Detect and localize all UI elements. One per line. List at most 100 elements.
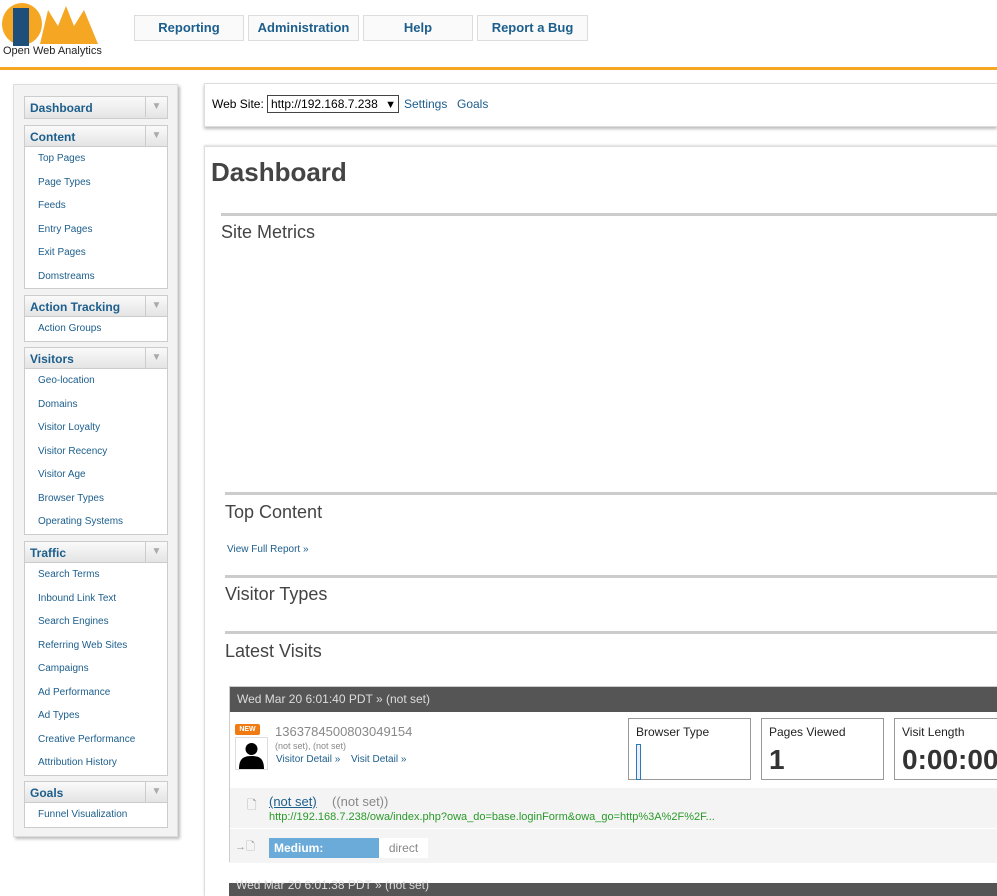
section-divider bbox=[225, 631, 997, 634]
sidebar-item-domstreams[interactable]: Domstreams bbox=[25, 265, 167, 289]
visit-entry-row: →🗋 Medium: direct bbox=[230, 829, 997, 863]
sidebar-heading-content[interactable]: Content ▼ bbox=[25, 126, 167, 147]
sidebar-item-entry-pages[interactable]: Entry Pages bbox=[25, 218, 167, 242]
owa-logo-icon bbox=[2, 3, 98, 46]
section-divider bbox=[225, 575, 997, 578]
sidebar-heading-action-tracking[interactable]: Action Tracking ▼ bbox=[25, 296, 167, 317]
owa-logo[interactable]: Open Web Analytics bbox=[0, 0, 110, 62]
section-divider bbox=[221, 213, 997, 216]
sidebar-heading-label: Visitors bbox=[30, 352, 74, 366]
section-title-latest-visits: Latest Visits bbox=[225, 641, 322, 661]
visit-page-row: 🗋 (not set) ((not set)) http://192.168.7… bbox=[230, 788, 997, 828]
chevron-down-icon[interactable]: ▼ bbox=[145, 126, 167, 146]
sidebar-item-funnel-visualization[interactable]: Funnel Visualization bbox=[25, 803, 167, 827]
metric-label: Visit Length bbox=[902, 725, 965, 739]
chevron-down-icon[interactable]: ▼ bbox=[145, 782, 167, 802]
entry-arrow-icon: →🗋 bbox=[235, 841, 255, 853]
metric-label: Browser Type bbox=[636, 725, 710, 739]
section-title-site-metrics: Site Metrics bbox=[221, 222, 316, 242]
sidebar-heading-traffic[interactable]: Traffic ▼ bbox=[25, 542, 167, 563]
sidebar-item-visitor-recency[interactable]: Visitor Recency bbox=[25, 440, 167, 464]
sidebar-item-visitor-loyalty[interactable]: Visitor Loyalty bbox=[25, 416, 167, 440]
page-title: Dashboard bbox=[211, 157, 347, 187]
sidebar-heading-label: Action Tracking bbox=[30, 300, 121, 314]
page-url-link[interactable]: http://192.168.7.238/owa/index.php?owa_d… bbox=[269, 811, 715, 823]
visit-panel-next: Wed Mar 20 6:01:38 PDT » (not set) bbox=[229, 878, 997, 896]
sidebar-heading-label: Dashboard bbox=[30, 101, 93, 115]
metric-label: Pages Viewed bbox=[769, 725, 846, 739]
browser-icon bbox=[636, 744, 641, 780]
sidebar-heading-label: Traffic bbox=[30, 546, 67, 560]
page-title-link[interactable]: (not set) bbox=[269, 794, 317, 809]
nav-report-a-bug[interactable]: Report a Bug bbox=[477, 15, 588, 41]
website-select[interactable]: http://192.168.7.238 ▼ bbox=[267, 95, 399, 113]
sidebar-group-traffic: Traffic ▼ Search Terms Inbound Link Text… bbox=[24, 541, 168, 776]
sidebar-item-top-pages[interactable]: Top Pages bbox=[25, 147, 167, 171]
header: Open Web Analytics Reporting Administrat… bbox=[0, 0, 997, 70]
user-silhouette-icon bbox=[235, 737, 268, 770]
visitor-location: (not set), (not set) bbox=[275, 741, 347, 751]
sidebar-item-search-engines[interactable]: Search Engines bbox=[25, 610, 167, 634]
visitor-detail-link[interactable]: Visitor Detail » bbox=[276, 754, 340, 765]
view-full-report-link[interactable]: View Full Report » bbox=[227, 544, 309, 555]
visit-panel: Wed Mar 20 6:01:40 PDT » (not set) NEW 1… bbox=[229, 686, 997, 863]
sidebar-item-referring-web-sites[interactable]: Referring Web Sites bbox=[25, 634, 167, 658]
sidebar-item-page-types[interactable]: Page Types bbox=[25, 171, 167, 195]
chevron-down-icon[interactable]: ▼ bbox=[145, 97, 167, 117]
sidebar-item-inbound-link-text[interactable]: Inbound Link Text bbox=[25, 587, 167, 611]
metric-visit-length: Visit Length 0:00:00 bbox=[894, 718, 997, 780]
sidebar-item-exit-pages[interactable]: Exit Pages bbox=[25, 241, 167, 265]
metric-pages-viewed: Pages Viewed 1 bbox=[761, 718, 884, 780]
sidebar-heading-goals[interactable]: Goals ▼ bbox=[25, 782, 167, 803]
visitor-id: 1363784500803049154 bbox=[275, 724, 413, 739]
website-select-value: http://192.168.7.238 bbox=[271, 97, 378, 111]
metric-value: 0:00:00 bbox=[902, 744, 997, 775]
logo-text: Open Web Analytics bbox=[3, 45, 102, 57]
goals-link[interactable]: Goals bbox=[457, 97, 488, 111]
sidebar-item-domains[interactable]: Domains bbox=[25, 393, 167, 417]
website-bar: Web Site: http://192.168.7.238 ▼ Setting… bbox=[204, 83, 997, 127]
section-title-visitor-types: Visitor Types bbox=[225, 584, 328, 604]
page-title-secondary: ((not set)) bbox=[332, 794, 389, 809]
sidebar-item-search-terms[interactable]: Search Terms bbox=[25, 563, 167, 587]
website-label: Web Site: bbox=[212, 97, 264, 111]
sidebar-item-visitor-age[interactable]: Visitor Age bbox=[25, 463, 167, 487]
chevron-down-icon[interactable]: ▼ bbox=[145, 296, 167, 316]
metric-browser-type: Browser Type bbox=[628, 718, 751, 780]
sidebar-item-campaigns[interactable]: Campaigns bbox=[25, 657, 167, 681]
sidebar-item-geo-location[interactable]: Geo-location bbox=[25, 369, 167, 393]
sidebar: Dashboard ▼ Content ▼ Top Pages Page Typ… bbox=[13, 84, 178, 837]
medium-label: Medium: bbox=[269, 838, 379, 858]
sidebar-heading-dashboard[interactable]: Dashboard ▼ bbox=[25, 97, 167, 118]
section-title-top-content: Top Content bbox=[225, 502, 323, 522]
metric-value: 1 bbox=[769, 744, 785, 775]
chevron-down-icon: ▼ bbox=[385, 99, 396, 111]
sidebar-group-visitors: Visitors ▼ Geo-location Domains Visitor … bbox=[24, 347, 168, 535]
sidebar-heading-visitors[interactable]: Visitors ▼ bbox=[25, 348, 167, 369]
sidebar-group-content: Content ▼ Top Pages Page Types Feeds Ent… bbox=[24, 125, 168, 289]
sidebar-item-ad-types[interactable]: Ad Types bbox=[25, 704, 167, 728]
sidebar-item-feeds[interactable]: Feeds bbox=[25, 194, 167, 218]
sidebar-item-ad-performance[interactable]: Ad Performance bbox=[25, 681, 167, 705]
sidebar-group-goals: Goals ▼ Funnel Visualization bbox=[24, 781, 168, 828]
sidebar-group-action-tracking: Action Tracking ▼ Action Groups bbox=[24, 295, 168, 342]
visit-header[interactable]: Wed Mar 20 6:01:40 PDT » (not set) bbox=[230, 687, 997, 712]
page-icon: 🗋 bbox=[247, 798, 257, 812]
visit-header[interactable]: Wed Mar 20 6:01:38 PDT » (not set) bbox=[229, 875, 997, 896]
visit-detail-link[interactable]: Visit Detail » bbox=[351, 754, 406, 765]
nav-help[interactable]: Help bbox=[363, 15, 473, 41]
sidebar-heading-label: Goals bbox=[30, 786, 64, 800]
sidebar-heading-label: Content bbox=[30, 130, 76, 144]
new-visitor-badge: NEW bbox=[235, 724, 260, 735]
sidebar-item-browser-types[interactable]: Browser Types bbox=[25, 487, 167, 511]
settings-link[interactable]: Settings bbox=[404, 97, 447, 111]
sidebar-item-operating-systems[interactable]: Operating Systems bbox=[25, 510, 167, 534]
nav-reporting[interactable]: Reporting bbox=[134, 15, 244, 41]
chevron-down-icon[interactable]: ▼ bbox=[145, 542, 167, 562]
sidebar-group-dashboard: Dashboard ▼ bbox=[24, 96, 168, 119]
chevron-down-icon[interactable]: ▼ bbox=[145, 348, 167, 368]
nav-administration[interactable]: Administration bbox=[248, 15, 359, 41]
sidebar-item-creative-performance[interactable]: Creative Performance bbox=[25, 728, 167, 752]
sidebar-item-action-groups[interactable]: Action Groups bbox=[25, 317, 167, 341]
sidebar-item-attribution-history[interactable]: Attribution History bbox=[25, 751, 167, 775]
